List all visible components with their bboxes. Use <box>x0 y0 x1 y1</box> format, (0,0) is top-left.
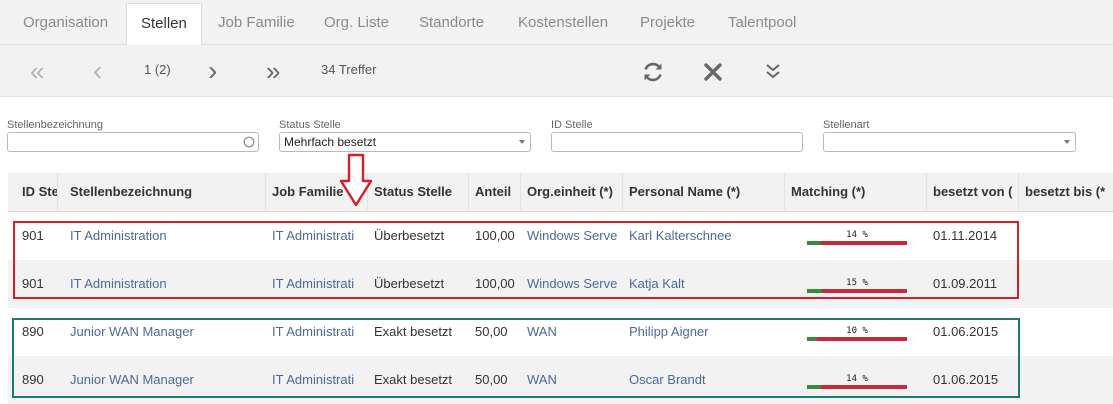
tab-talentpool[interactable]: Talentpool <box>728 0 796 45</box>
last-page-icon[interactable]: » <box>266 45 280 97</box>
col-anteil[interactable]: Anteil <box>469 173 521 212</box>
cell-besetzt-bis <box>1025 212 1109 260</box>
close-icon[interactable] <box>700 59 726 85</box>
status-stelle-value: Mehrfach besetzt <box>284 135 377 149</box>
tab-kostenstellen[interactable]: Kostenstellen <box>518 0 608 45</box>
cell-besetzt-bis <box>1025 356 1109 404</box>
stellenart-select[interactable] <box>823 132 1076 152</box>
chevron-down-icon <box>519 140 525 144</box>
expand-all-icon[interactable] <box>760 59 786 85</box>
col-besetzt-von[interactable]: besetzt von ( <box>927 173 1019 212</box>
tab-standorte[interactable]: Standorte <box>419 0 484 45</box>
refresh-icon[interactable] <box>640 59 666 85</box>
col-status-stelle[interactable]: Status Stelle <box>368 173 469 212</box>
highlight-box-red <box>13 221 1019 299</box>
prev-page-icon[interactable]: ‹ <box>93 45 102 97</box>
toolbar: « ‹ 1 (2) › » 34 Treffer <box>0 45 1113 97</box>
status-stelle-select[interactable]: Mehrfach besetzt <box>279 132 531 152</box>
tab-job-familie[interactable]: Job Familie <box>218 0 295 45</box>
cell-besetzt-bis <box>1025 260 1109 308</box>
col-id-stelle[interactable]: ID Ste <box>16 173 58 212</box>
page-indicator: 1 (2) <box>144 62 171 77</box>
tab-stellen[interactable]: Stellen <box>126 3 202 46</box>
col-stellenbezeichnung[interactable]: Stellenbezeichnung <box>64 173 266 212</box>
filter-label-id-stelle: ID Stelle <box>551 119 593 131</box>
col-personal-name[interactable]: Personal Name (*) <box>623 173 785 212</box>
col-org-einheit[interactable]: Org.einheit (*) <box>521 173 623 212</box>
table-header: ID Ste Stellenbezeichnung Job Familie St… <box>8 173 1113 212</box>
filter-label-status-stelle: Status Stelle <box>279 119 341 131</box>
id-stelle-input[interactable] <box>551 132 803 152</box>
hit-count: 34 Treffer <box>321 62 377 77</box>
tab-projekte[interactable]: Projekte <box>640 0 695 45</box>
filter-label-stellenart: Stellenart <box>823 119 870 131</box>
tab-org-liste[interactable]: Org. Liste <box>324 0 389 45</box>
tab-organisation[interactable]: Organisation <box>23 0 108 45</box>
stellenbezeichnung-input[interactable] <box>7 132 259 152</box>
next-page-icon[interactable]: › <box>208 45 217 97</box>
search-icon[interactable] <box>243 136 255 148</box>
arrow-down-icon <box>339 153 373 207</box>
filter-label-stellenbezeichnung: Stellenbezeichnung <box>7 119 104 131</box>
col-besetzt-bis[interactable]: besetzt bis (* <box>1019 173 1113 212</box>
first-page-icon[interactable]: « <box>30 45 44 97</box>
chevron-down-icon <box>1064 140 1070 144</box>
highlight-box-teal <box>12 318 1020 398</box>
col-matching[interactable]: Matching (*) <box>785 173 927 212</box>
tab-bar: Organisation Stellen Job Familie Org. Li… <box>0 0 1113 46</box>
cell-besetzt-bis <box>1025 308 1109 356</box>
